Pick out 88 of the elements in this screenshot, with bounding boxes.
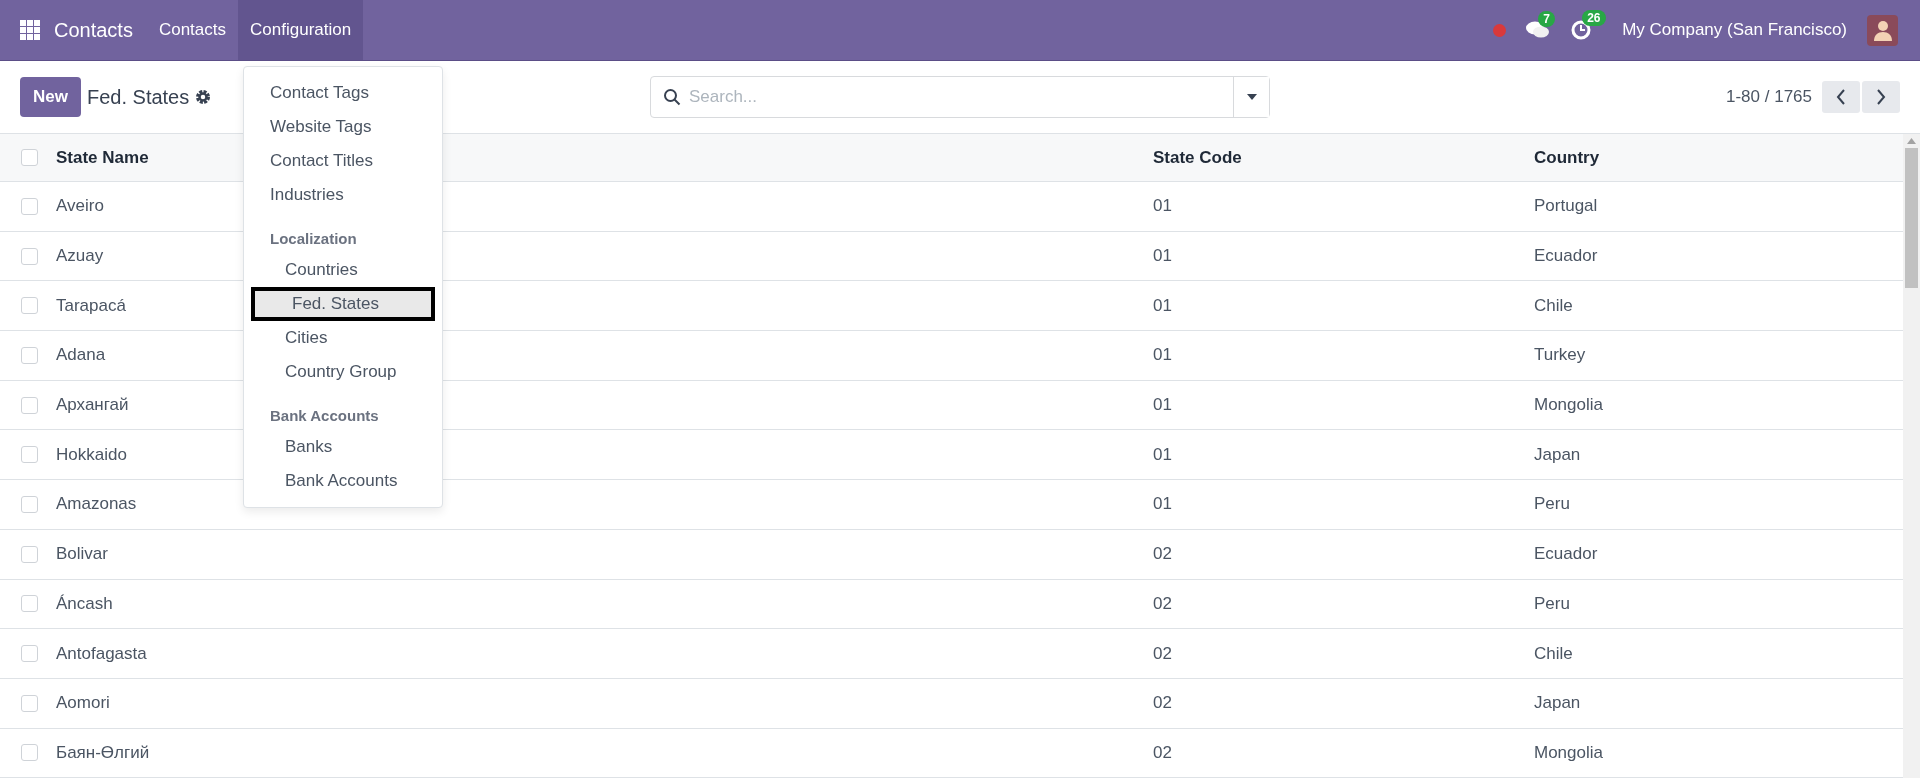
- status-dot: [1493, 23, 1507, 37]
- table-cell: Azuay: [56, 246, 104, 267]
- table-cell: 01: [1153, 395, 1172, 416]
- dropdown-item[interactable]: Fed. States: [251, 287, 435, 321]
- table-cell: Bolivar: [56, 544, 108, 565]
- dropdown-item[interactable]: Contact Tags: [244, 76, 442, 110]
- scrollbar-thumb[interactable]: [1905, 148, 1918, 288]
- table-cell: Aomori: [56, 693, 110, 714]
- table-cell: 01: [1153, 444, 1172, 465]
- next-button[interactable]: [1862, 81, 1900, 113]
- search-options-button[interactable]: [1233, 77, 1269, 117]
- table-cell: Áncash: [56, 593, 113, 614]
- menu-section-header: Bank Accounts: [269, 406, 380, 426]
- previous-button[interactable]: [1822, 81, 1860, 113]
- row-checkbox[interactable]: [21, 495, 38, 513]
- table-cell: 02: [1153, 643, 1172, 664]
- menu-tab[interactable]: Contacts: [146, 0, 239, 60]
- table-cell: Adana: [56, 345, 106, 366]
- column-header[interactable]: State Name: [56, 147, 149, 168]
- search-icon: [663, 88, 681, 106]
- row-checkbox[interactable]: [21, 694, 38, 712]
- chevron-right-icon: [1876, 89, 1886, 105]
- breadcrumb: Fed. States: [86, 85, 190, 109]
- table-cell: Chile: [1534, 643, 1573, 664]
- table-cell: 02: [1153, 593, 1172, 614]
- search-field[interactable]: Search...: [681, 87, 1233, 107]
- column-header[interactable]: Country: [1534, 147, 1600, 168]
- scroll-up-icon[interactable]: [1907, 138, 1916, 144]
- table-cell: 02: [1153, 693, 1172, 714]
- dropdown-item[interactable]: Website Tags: [244, 110, 442, 144]
- row-checkbox[interactable]: [21, 545, 38, 563]
- row-checkbox[interactable]: [21, 595, 38, 613]
- table-cell: Chile: [1534, 295, 1573, 316]
- new-button[interactable]: New: [20, 77, 81, 117]
- app-grid-icon[interactable]: [20, 20, 40, 40]
- menu-section-header: Localization: [269, 229, 358, 249]
- dropdown-item[interactable]: Cities: [244, 321, 442, 355]
- table-cell: Turkey: [1534, 345, 1586, 366]
- table-cell: Antofagasta: [56, 643, 147, 664]
- row-checkbox[interactable]: [21, 645, 38, 663]
- caret-icon: [1246, 94, 1257, 100]
- row-checkbox[interactable]: [21, 346, 38, 364]
- app-name[interactable]: Contacts: [54, 18, 133, 42]
- table-cell: Mongolia: [1534, 742, 1603, 763]
- table-cell: Aveiro: [56, 196, 104, 217]
- row-checkbox[interactable]: [21, 744, 38, 762]
- dropdown-item[interactable]: Countries: [244, 253, 442, 287]
- company-name[interactable]: My Company (San Francisco): [1622, 20, 1847, 40]
- table-cell: 01: [1153, 345, 1172, 366]
- column-header[interactable]: State Code: [1153, 147, 1242, 168]
- chevron-left-icon: [1836, 89, 1846, 105]
- row-checkbox[interactable]: [21, 247, 38, 265]
- table-cell: Hokkaido: [56, 444, 127, 465]
- table-cell: Ecuador: [1534, 544, 1598, 565]
- menu-tab[interactable]: Configuration: [238, 0, 364, 60]
- table-cell: Japan: [1534, 693, 1581, 714]
- pager-value: 1-80 / 1765: [1726, 87, 1812, 107]
- select-all-checkbox[interactable]: [21, 149, 38, 166]
- search-bar[interactable]: Search...: [650, 76, 1270, 118]
- table-cell: 01: [1153, 295, 1172, 316]
- table-cell: 02: [1153, 544, 1172, 565]
- table-cell: 01: [1153, 494, 1172, 515]
- dropdown-item[interactable]: Country Group: [244, 355, 442, 389]
- table-cell: 01: [1153, 246, 1172, 267]
- table-cell: 01: [1153, 196, 1172, 217]
- user-avatar[interactable]: [1867, 14, 1898, 46]
- row-checkbox[interactable]: [21, 297, 38, 315]
- table-cell: Tarapacá: [56, 295, 126, 316]
- table-cell: Архангай: [56, 395, 129, 416]
- table-cell: Amazonas: [56, 494, 137, 515]
- dropdown-item[interactable]: Contact Titles: [244, 144, 442, 178]
- table-cell: Peru: [1534, 494, 1570, 515]
- dropdown-item[interactable]: Bank Accounts: [244, 464, 442, 498]
- chat-count-badge: 7: [1538, 11, 1555, 27]
- table-cell: Ecuador: [1534, 246, 1598, 267]
- row-checkbox[interactable]: [21, 396, 38, 414]
- activity-count-badge: 26: [1582, 10, 1606, 26]
- table-cell: Mongolia: [1534, 395, 1603, 416]
- dropdown-item[interactable]: Banks: [244, 430, 442, 464]
- table-cell: 02: [1153, 742, 1172, 763]
- row-checkbox[interactable]: [21, 197, 38, 215]
- table-cell: Peru: [1534, 593, 1570, 614]
- settings-icon[interactable]: [195, 89, 212, 105]
- table-cell: Japan: [1534, 444, 1581, 465]
- table-cell: Portugal: [1534, 196, 1598, 217]
- row-checkbox[interactable]: [21, 446, 38, 464]
- dropdown-item[interactable]: Industries: [244, 178, 442, 212]
- table-cell: Баян-Өлгий: [56, 742, 150, 763]
